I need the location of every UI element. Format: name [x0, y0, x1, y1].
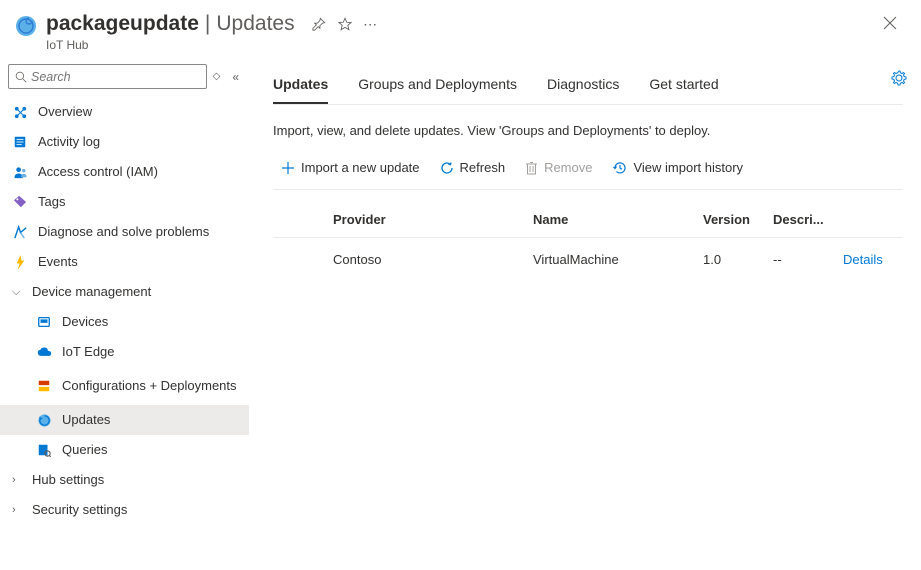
col-header-provider[interactable]: Provider: [333, 212, 533, 227]
tab-get-started[interactable]: Get started: [649, 68, 718, 104]
table-header-row: Provider Name Version Descri...: [273, 204, 903, 238]
title-separator: |: [205, 12, 210, 36]
tab-updates[interactable]: Updates: [273, 68, 328, 104]
sidebar-item-overview[interactable]: Overview: [0, 97, 249, 127]
search-input[interactable]: [31, 70, 200, 84]
expand-menu-icon[interactable]: ◇: [213, 71, 221, 82]
sidebar-item-devices[interactable]: Devices: [0, 307, 249, 337]
sidebar-item-tags[interactable]: Tags: [0, 187, 249, 217]
tags-icon: [12, 194, 28, 210]
details-link[interactable]: Details: [843, 252, 883, 267]
resource-name: packageupdate: [46, 12, 199, 36]
events-icon: [12, 254, 28, 270]
overview-icon: [12, 104, 28, 120]
chevron-right-icon: ›: [12, 474, 26, 486]
toolbar: Import a new update Refresh Remove View …: [273, 160, 903, 190]
updates-table: Provider Name Version Descri... Contoso …: [273, 204, 903, 281]
header-title-area: packageupdate | Updates ⋯ IoT Hub: [46, 12, 879, 52]
sidebar-item-events[interactable]: Events: [0, 247, 249, 277]
queries-icon: [36, 442, 52, 458]
settings-gear-icon[interactable]: [891, 70, 907, 86]
refresh-icon: [440, 161, 454, 175]
updates-icon: [36, 412, 52, 428]
trash-icon: [525, 161, 538, 175]
close-button[interactable]: [879, 12, 901, 34]
sidebar-group-device-management[interactable]: ⌵ Device management: [0, 277, 249, 307]
page-title: Updates: [216, 12, 294, 36]
sidebar-item-iot-edge[interactable]: IoT Edge: [0, 337, 249, 367]
config-icon: [36, 378, 52, 394]
cell-description: --: [773, 252, 843, 267]
devices-icon: [36, 314, 52, 330]
sidebar-item-activity-log[interactable]: Activity log: [0, 127, 249, 157]
remove-button: Remove: [525, 160, 592, 175]
sidebar-item-configurations[interactable]: Configurations + Deployments: [0, 367, 249, 405]
sidebar-group-hub-settings[interactable]: › Hub settings: [0, 465, 249, 495]
col-header-name[interactable]: Name: [533, 212, 703, 227]
diagnose-icon: [12, 224, 28, 240]
sidebar-item-iam[interactable]: Access control (IAM): [0, 157, 249, 187]
page-description: Import, view, and delete updates. View '…: [273, 123, 903, 138]
activity-log-icon: [12, 134, 28, 150]
chevron-down-icon: ⌵: [12, 286, 26, 299]
col-header-description[interactable]: Descri...: [773, 212, 843, 227]
iam-icon: [12, 164, 28, 180]
sidebar-item-queries[interactable]: Queries: [0, 435, 249, 465]
cell-provider: Contoso: [333, 252, 533, 267]
search-input-container[interactable]: [8, 64, 207, 89]
sidebar-item-diagnose[interactable]: Diagnose and solve problems: [0, 217, 249, 247]
collapse-sidebar-icon[interactable]: «: [230, 68, 241, 86]
sidebar-item-updates[interactable]: Updates: [0, 405, 249, 435]
resource-type: IoT Hub: [46, 38, 879, 52]
iot-edge-icon: [36, 344, 52, 360]
import-update-button[interactable]: Import a new update: [281, 160, 420, 175]
refresh-button[interactable]: Refresh: [440, 160, 506, 175]
page-header: packageupdate | Updates ⋯ IoT Hub: [0, 0, 921, 60]
view-history-button[interactable]: View import history: [612, 160, 743, 175]
resource-icon: [14, 14, 38, 38]
cell-name: VirtualMachine: [533, 252, 703, 267]
history-icon: [612, 161, 627, 175]
sidebar: ◇ « Overview Activity log Access control…: [0, 60, 249, 570]
favorite-icon[interactable]: [335, 14, 355, 34]
main-content: Updates Groups and Deployments Diagnosti…: [249, 60, 921, 570]
more-icon[interactable]: ⋯: [361, 14, 381, 34]
pin-icon[interactable]: [309, 14, 329, 34]
table-row[interactable]: Contoso VirtualMachine 1.0 -- Details: [273, 238, 903, 281]
tab-bar: Updates Groups and Deployments Diagnosti…: [273, 68, 903, 105]
search-icon: [15, 71, 27, 83]
cell-version: 1.0: [703, 252, 773, 267]
tab-diagnostics[interactable]: Diagnostics: [547, 68, 619, 104]
plus-icon: [281, 161, 295, 175]
tab-groups-deployments[interactable]: Groups and Deployments: [358, 68, 517, 104]
chevron-right-icon: ›: [12, 504, 26, 516]
col-header-version[interactable]: Version: [703, 212, 773, 227]
sidebar-group-security-settings[interactable]: › Security settings: [0, 495, 249, 525]
